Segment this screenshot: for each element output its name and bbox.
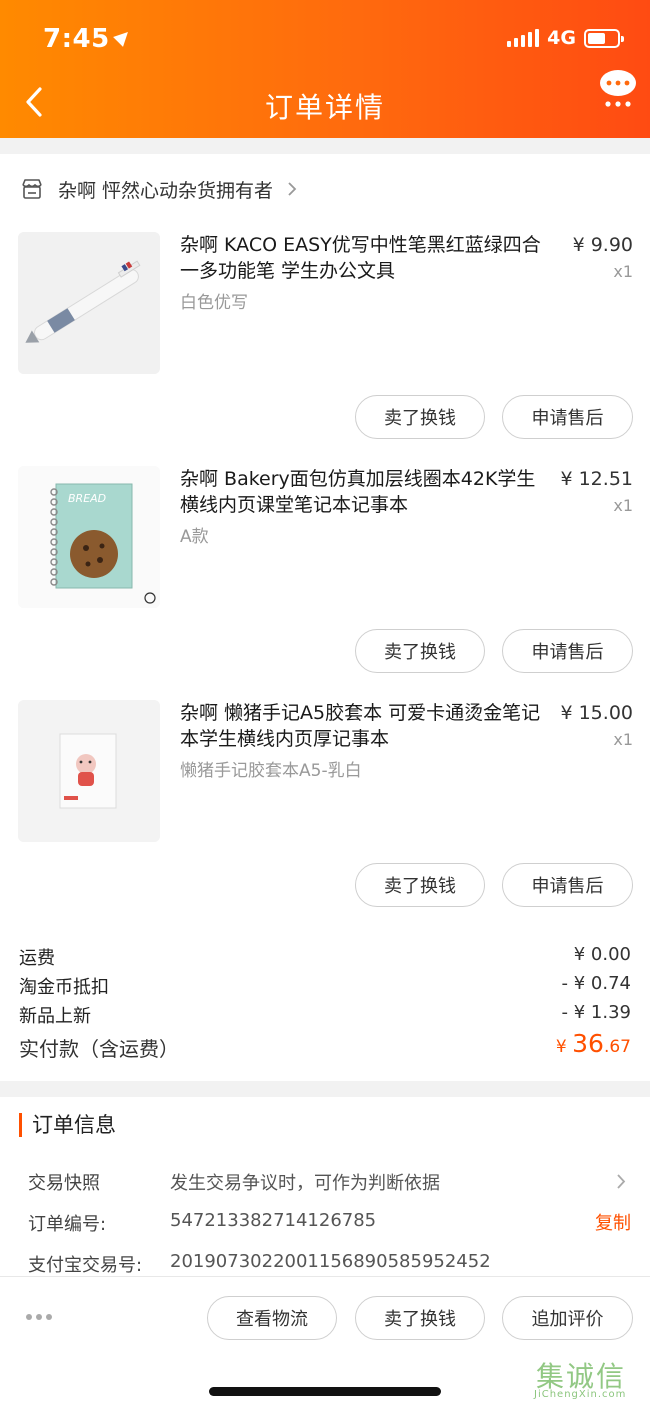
coin-discount-row: 淘金币抵扣 - ¥ 0.74 xyxy=(0,971,650,1000)
after-sale-button[interactable]: 申请售后 xyxy=(502,863,633,907)
location-arrow-icon xyxy=(112,27,133,47)
chevron-right-icon xyxy=(617,1174,626,1189)
item-thumbnail[interactable] xyxy=(18,700,160,842)
paid-row: 实付款（含运费） ¥ 36.67 xyxy=(0,1029,650,1067)
sell-for-cash-button[interactable]: 卖了换钱 xyxy=(355,395,485,439)
item-thumbnail[interactable]: BREAD xyxy=(18,466,160,608)
item-quantity: x1 xyxy=(613,730,633,749)
cover-text: BREAD xyxy=(68,492,106,505)
paid-amount: ¥ 36.67 xyxy=(556,1029,631,1058)
paid-currency: ¥ xyxy=(555,1037,573,1057)
order-number-value: 547213382714126785 xyxy=(170,1210,377,1231)
item-price: ¥ 12.51 xyxy=(560,468,633,490)
item-title[interactable]: 杂啊 Bakery面包仿真加层线圈本42K学生横线内页课堂笔记本记事本 xyxy=(180,466,552,518)
status-time-text: 7:45 xyxy=(43,24,110,54)
shop-name: 杂啊 怦然心动杂货拥有者 xyxy=(58,179,274,202)
price-summary: 运费 ¥ 0.00 淘金币抵扣 - ¥ 0.74 新品上新 - ¥ 1.39 实… xyxy=(0,942,650,1067)
message-button[interactable] xyxy=(598,68,638,110)
page-title: 订单详情 xyxy=(264,91,385,124)
notebook-image xyxy=(18,700,160,842)
shipping-label: 运费 xyxy=(19,948,55,969)
snapshot-label: 交易快照 xyxy=(28,1173,100,1194)
pen-image xyxy=(18,232,160,374)
status-indicators: 4G xyxy=(507,27,624,49)
snapshot-row[interactable]: 交易快照 发生交易争议时，可作为判断依据 xyxy=(0,1165,650,1197)
shop-row[interactable]: 杂啊 怦然心动杂货拥有者 xyxy=(0,170,650,208)
order-item: 杂啊 KACO EASY优写中性笔黑红蓝绿四合一多功能笔 学生办公文具 白色优写… xyxy=(0,232,650,466)
coin-discount-value: - ¥ 0.74 xyxy=(561,973,631,994)
network-label: 4G xyxy=(547,27,576,49)
more-options-icon[interactable] xyxy=(26,1307,58,1327)
order-item: BREAD 杂啊 Bakery面包仿真加层线圈本42K学生横线内页课堂笔记本记事… xyxy=(0,466,650,700)
order-info-title: 订单信息 xyxy=(19,1113,116,1137)
sell-for-cash-button[interactable]: 卖了换钱 xyxy=(355,1296,485,1340)
order-number-row: 订单编号: 547213382714126785 复制 xyxy=(0,1206,650,1238)
status-time: 7:45 xyxy=(43,24,133,54)
item-sku: 懒猪手记胶套本A5-乳白 xyxy=(180,761,362,781)
sell-for-cash-button[interactable]: 卖了换钱 xyxy=(355,629,485,673)
item-price: ¥ 15.00 xyxy=(560,702,633,724)
item-sku: A款 xyxy=(180,527,209,547)
item-title[interactable]: 杂啊 懒猪手记A5胶套本 可爱卡通烫金笔记本学生横线内页厚记事本 xyxy=(180,700,552,752)
order-number-label: 订单编号: xyxy=(28,1214,107,1235)
store-icon xyxy=(22,179,42,199)
alipay-number-label: 支付宝交易号: xyxy=(28,1255,143,1276)
paid-decimal: .67 xyxy=(603,1037,631,1057)
section-divider xyxy=(0,1081,650,1097)
sell-for-cash-button[interactable]: 卖了换钱 xyxy=(355,863,485,907)
order-item: 杂啊 懒猪手记A5胶套本 可爱卡通烫金笔记本学生横线内页厚记事本 懒猪手记胶套本… xyxy=(0,700,650,934)
item-sku: 白色优写 xyxy=(180,293,248,313)
snapshot-value: 发生交易争议时，可作为判断依据 xyxy=(170,1173,440,1194)
view-logistics-button[interactable]: 查看物流 xyxy=(207,1296,337,1340)
battery-icon xyxy=(584,28,624,48)
item-title[interactable]: 杂啊 KACO EASY优写中性笔黑红蓝绿四合一多功能笔 学生办公文具 xyxy=(180,232,552,284)
signal-icon xyxy=(507,29,540,47)
home-indicator xyxy=(209,1387,441,1396)
copy-button[interactable]: 复制 xyxy=(595,1209,631,1235)
chat-bubble-icon xyxy=(600,70,636,107)
add-review-button[interactable]: 追加评价 xyxy=(502,1296,633,1340)
item-quantity: x1 xyxy=(613,262,633,281)
item-thumbnail[interactable] xyxy=(18,232,160,374)
after-sale-button[interactable]: 申请售后 xyxy=(502,629,633,673)
watermark-subtext: JiChengXin.com xyxy=(534,1389,627,1400)
shipping-value: ¥ 0.00 xyxy=(573,944,631,965)
alipay-number-value: 2019073022001156890585952452 xyxy=(170,1251,491,1272)
shipping-row: 运费 ¥ 0.00 xyxy=(0,942,650,971)
paid-integer: 36 xyxy=(572,1029,604,1058)
coin-discount-label: 淘金币抵扣 xyxy=(19,977,109,998)
after-sale-button[interactable]: 申请售后 xyxy=(502,395,633,439)
item-quantity: x1 xyxy=(613,496,633,515)
item-price: ¥ 9.90 xyxy=(572,234,633,256)
new-product-label: 新品上新 xyxy=(19,1006,91,1027)
notebook-image: BREAD xyxy=(18,466,160,608)
new-product-value: - ¥ 1.39 xyxy=(561,1002,631,1023)
alipay-number-row: 支付宝交易号: 2019073022001156890585952452 xyxy=(0,1247,650,1279)
header-bar: 7:45 4G 订单详情 xyxy=(0,0,650,138)
chevron-right-icon xyxy=(288,182,297,196)
order-detail-page: 7:45 4G 订单详情 杂啊 怦然心动杂货拥有者 杂啊 KACO EASY优写… xyxy=(0,0,650,1406)
watermark: 集诚信 JiChengXin.com xyxy=(530,1355,650,1403)
section-divider xyxy=(0,138,650,154)
new-product-discount-row: 新品上新 - ¥ 1.39 xyxy=(0,1000,650,1029)
paid-label: 实付款（含运费） xyxy=(19,1037,179,1061)
